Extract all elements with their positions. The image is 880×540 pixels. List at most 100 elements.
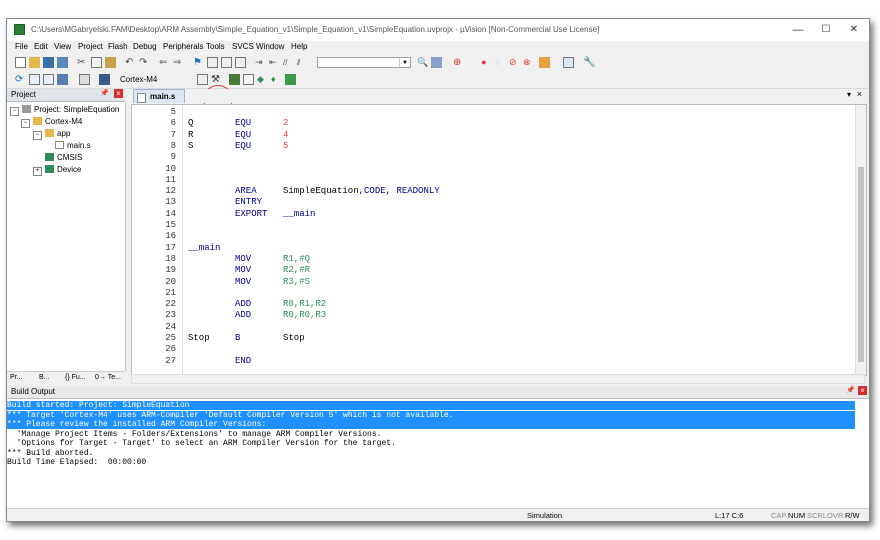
rebuild-icon[interactable]: [43, 74, 54, 85]
new-file-icon[interactable]: [15, 57, 26, 68]
menu-window[interactable]: Window: [256, 42, 284, 51]
breakpoint-icon[interactable]: ●: [481, 57, 492, 68]
code-mnemonic: EQU: [235, 129, 252, 140]
menu-peripherals[interactable]: Peripherals: [163, 42, 203, 51]
next-bookmark-icon[interactable]: [221, 57, 232, 68]
build-output-line[interactable]: *** Build aborted.: [7, 449, 855, 458]
undo-icon[interactable]: ↶: [125, 57, 136, 68]
open-folder-icon[interactable]: [29, 57, 40, 68]
collapse-icon[interactable]: −: [21, 119, 30, 128]
uncomment-icon[interactable]: /̸: [297, 57, 308, 68]
build-output-line[interactable]: Build started: Project: SimpleEquation: [7, 401, 855, 410]
panel-close-icon[interactable]: ×: [858, 386, 867, 395]
code-editor[interactable]: 5 6 Q EQU 2 7 R EQU 4 8 S EQU 5 9 10 11 12 AREA SimpleEqua…: [131, 104, 867, 376]
menu-view[interactable]: View: [54, 42, 71, 51]
menu-flash[interactable]: Flash: [108, 42, 128, 51]
batch-build-icon[interactable]: [57, 74, 68, 85]
save-icon[interactable]: [43, 57, 54, 68]
kill-breakpoints-icon[interactable]: ⊘: [509, 57, 520, 68]
pin-icon[interactable]: 📌: [846, 386, 855, 394]
target-select[interactable]: Cortex-M4: [117, 74, 195, 85]
pin-icon[interactable]: 📌: [100, 89, 109, 97]
collapse-icon[interactable]: −: [33, 131, 42, 140]
indent-icon[interactable]: ⇥: [255, 57, 266, 68]
collapse-icon[interactable]: −: [10, 107, 19, 116]
clear-bookmarks-icon[interactable]: [235, 57, 246, 68]
find-in-files-icon[interactable]: 🔍: [417, 57, 428, 68]
redo-icon[interactable]: ↷: [139, 57, 150, 68]
find-icon[interactable]: [431, 57, 442, 68]
build-icon[interactable]: [29, 74, 40, 85]
cut-icon[interactable]: ✂: [77, 57, 88, 68]
tree-root[interactable]: − Project: SimpleEquation: [10, 105, 119, 116]
menu-edit[interactable]: Edit: [34, 42, 48, 51]
panel-close-icon[interactable]: ×: [114, 89, 123, 98]
uvision-app-icon: [14, 24, 25, 35]
menu-project[interactable]: Project: [78, 42, 103, 51]
target-dropdown-icon[interactable]: [197, 74, 208, 85]
build-output-line[interactable]: *** Please review the installed ARM Comp…: [7, 420, 855, 429]
close-button[interactable]: ✕: [841, 21, 867, 39]
tree-file-main[interactable]: main.s: [55, 141, 91, 150]
line-number: 20: [165, 276, 176, 287]
close-tab-icon[interactable]: ×: [857, 89, 862, 99]
project-panel-title: Project: [11, 90, 36, 99]
unindent-icon[interactable]: ⇤: [269, 57, 280, 68]
window-layout-icon[interactable]: [563, 57, 574, 68]
download-icon[interactable]: [99, 74, 110, 85]
tree-device[interactable]: + Device: [33, 165, 81, 176]
vertical-scrollbar[interactable]: [855, 105, 866, 375]
tab-project[interactable]: Pr...: [10, 374, 22, 384]
debug-session-icon[interactable]: [539, 57, 550, 68]
manage-rte-icon[interactable]: ◆: [257, 74, 268, 85]
menu-help[interactable]: Help: [291, 42, 307, 51]
menu-svcs[interactable]: SVCS: [232, 42, 254, 51]
menu-debug[interactable]: Debug: [133, 42, 157, 51]
tree-cmsis[interactable]: CMSIS: [45, 153, 82, 162]
pack-installer-icon[interactable]: [285, 74, 296, 85]
nav-forward-icon[interactable]: ⇒: [173, 57, 184, 68]
project-icon: [22, 105, 31, 113]
tree-target[interactable]: − Cortex-M4: [21, 117, 82, 128]
build-output-panel[interactable]: Build started: Project: SimpleEquation **…: [7, 399, 869, 508]
editor-tab-strip: main.s ▾ ×: [131, 89, 865, 103]
menu-tools[interactable]: Tools: [206, 42, 225, 51]
comment-icon[interactable]: //: [283, 57, 294, 68]
paste-icon[interactable]: [105, 57, 116, 68]
tab-books[interactable]: B...: [39, 374, 50, 384]
device-icon: [45, 165, 54, 173]
tab-main-s[interactable]: main.s: [133, 89, 185, 103]
find-combo[interactable]: ▼: [317, 57, 411, 68]
code-mnemonic: MOV: [235, 253, 252, 264]
stop-build-icon[interactable]: [79, 74, 90, 85]
build-output-line[interactable]: 'Manage Project Items - Folders/Extensio…: [7, 430, 855, 439]
build-output-line[interactable]: 'Options for Target - Target' to select …: [7, 439, 855, 448]
file-extensions-icon[interactable]: [243, 74, 254, 85]
code-label: S: [188, 140, 194, 151]
maximize-button[interactable]: ☐: [813, 21, 839, 39]
tree-group-app[interactable]: − app: [33, 129, 70, 140]
tab-templates[interactable]: 0→ Te...: [95, 374, 121, 384]
nav-back-icon[interactable]: ⇐: [159, 57, 170, 68]
bookmark-icon[interactable]: ⚑: [193, 57, 204, 68]
build-output-line[interactable]: Build Time Elapsed: 00:00:00: [7, 458, 855, 467]
expand-icon[interactable]: +: [33, 167, 42, 176]
horizontal-scrollbar[interactable]: [131, 374, 865, 384]
disable-breakpoint-icon[interactable]: ○: [495, 57, 506, 68]
minimize-button[interactable]: —: [785, 21, 811, 39]
incremental-find-icon[interactable]: ⊕: [453, 57, 464, 68]
manage-project-items-icon[interactable]: [229, 74, 240, 85]
tab-list-icon[interactable]: ▾: [847, 90, 851, 99]
build-output-line[interactable]: *** Target 'Cortex-M4' uses ARM-Compiler…: [7, 410, 855, 420]
save-all-icon[interactable]: [57, 57, 68, 68]
copy-icon[interactable]: [91, 57, 102, 68]
options-for-target-icon[interactable]: ⚒: [211, 74, 222, 85]
menu-file[interactable]: File: [15, 42, 28, 51]
configure-icon[interactable]: 🔧: [583, 57, 595, 68]
scroll-thumb[interactable]: [858, 167, 864, 362]
tab-functions[interactable]: {} Fu...: [65, 374, 86, 384]
prev-bookmark-icon[interactable]: [207, 57, 218, 68]
select-packs-icon[interactable]: ♦: [271, 74, 282, 85]
disable-all-breakpoints-icon[interactable]: ⊗: [523, 57, 534, 68]
translate-icon[interactable]: ⟳: [15, 74, 26, 85]
